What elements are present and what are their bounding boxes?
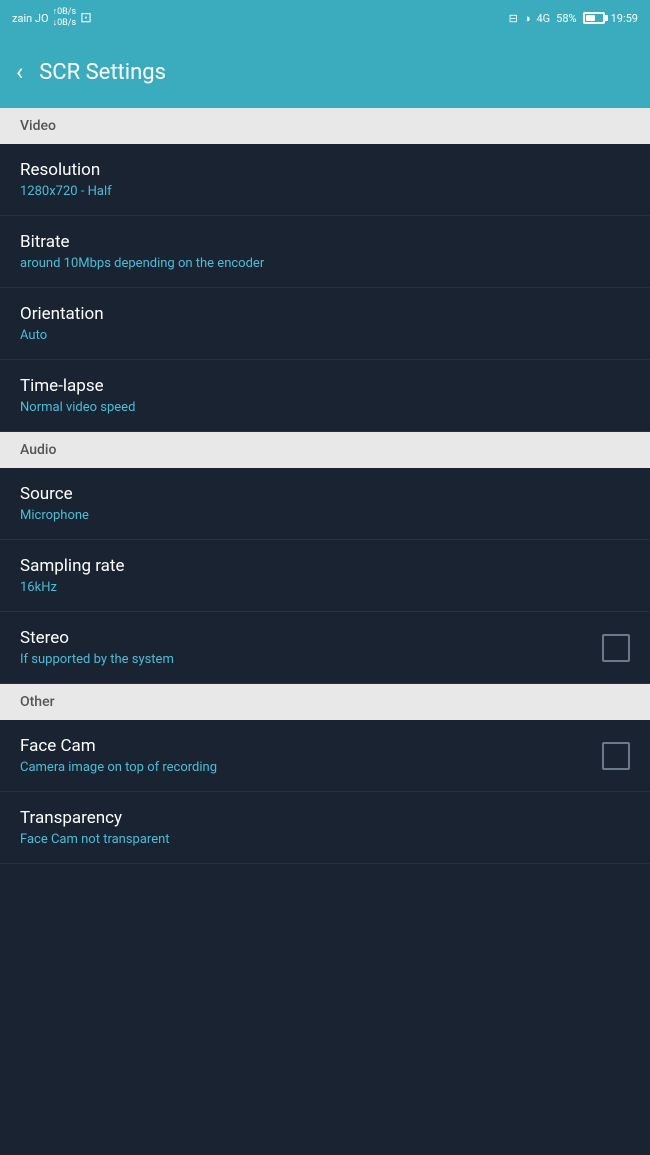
setting-stereo[interactable]: Stereo If supported by the system [0, 612, 650, 684]
setting-timelapse-subtitle: Normal video speed [20, 400, 630, 415]
setting-samplingrate[interactable]: Sampling rate 16kHz [0, 540, 650, 612]
carrier-label: zain JO [12, 12, 49, 25]
setting-transparency-subtitle: Face Cam not transparent [20, 832, 630, 847]
setting-transparency-title: Transparency [20, 808, 630, 828]
network-speed: ↑0B/s ↓0B/s [53, 7, 77, 29]
setting-facecam-text: Face Cam Camera image on top of recordin… [20, 736, 602, 775]
section-video-header: Video [0, 108, 650, 144]
battery-percent: 58% [556, 12, 576, 25]
setting-resolution-text: Resolution 1280x720 - Half [20, 160, 630, 199]
setting-source[interactable]: Source Microphone [0, 468, 650, 540]
setting-stereo-text: Stereo If supported by the system [20, 628, 602, 667]
setting-timelapse[interactable]: Time-lapse Normal video speed [0, 360, 650, 432]
setting-orientation[interactable]: Orientation Auto [0, 288, 650, 360]
time-label: 19:59 [611, 12, 638, 25]
section-other-header: Other [0, 684, 650, 720]
screen-record-icon: ⊡ [80, 10, 92, 26]
facecam-checkbox[interactable] [602, 742, 630, 770]
setting-samplingrate-text: Sampling rate 16kHz [20, 556, 630, 595]
setting-resolution[interactable]: Resolution 1280x720 - Half [0, 144, 650, 216]
setting-orientation-text: Orientation Auto [20, 304, 630, 343]
setting-transparency[interactable]: Transparency Face Cam not transparent [0, 792, 650, 864]
setting-resolution-subtitle: 1280x720 - Half [20, 184, 630, 199]
setting-samplingrate-subtitle: 16kHz [20, 580, 630, 595]
setting-facecam-subtitle: Camera image on top of recording [20, 760, 602, 775]
setting-stereo-subtitle: If supported by the system [20, 652, 602, 667]
network-type: 4G [536, 12, 550, 25]
back-button[interactable]: ‹ [16, 58, 23, 86]
brightness-icon: ◑ [524, 12, 531, 25]
battery-icon [583, 12, 605, 24]
setting-timelapse-text: Time-lapse Normal video speed [20, 376, 630, 415]
stereo-checkbox[interactable] [602, 634, 630, 662]
setting-resolution-title: Resolution [20, 160, 630, 180]
setting-orientation-title: Orientation [20, 304, 630, 324]
cast-icon: ⊟ [509, 12, 518, 25]
setting-stereo-title: Stereo [20, 628, 602, 648]
setting-bitrate-subtitle: around 10Mbps depending on the encoder [20, 256, 630, 271]
app-bar: ‹ SCR Settings [0, 36, 650, 108]
setting-source-text: Source Microphone [20, 484, 630, 523]
setting-source-title: Source [20, 484, 630, 504]
status-left: zain JO ↑0B/s ↓0B/s ⊡ [12, 7, 92, 29]
setting-samplingrate-title: Sampling rate [20, 556, 630, 576]
section-audio-header: Audio [0, 432, 650, 468]
status-right: ⊟ ◑ 4G 58% 19:59 [509, 12, 638, 25]
page-title: SCR Settings [39, 60, 166, 85]
status-bar: zain JO ↑0B/s ↓0B/s ⊡ ⊟ ◑ 4G 58% 19:59 [0, 0, 650, 36]
setting-bitrate-text: Bitrate around 10Mbps depending on the e… [20, 232, 630, 271]
setting-orientation-subtitle: Auto [20, 328, 630, 343]
setting-bitrate-title: Bitrate [20, 232, 630, 252]
setting-bitrate[interactable]: Bitrate around 10Mbps depending on the e… [0, 216, 650, 288]
setting-source-subtitle: Microphone [20, 508, 630, 523]
setting-timelapse-title: Time-lapse [20, 376, 630, 396]
setting-facecam-title: Face Cam [20, 736, 602, 756]
setting-facecam[interactable]: Face Cam Camera image on top of recordin… [0, 720, 650, 792]
setting-transparency-text: Transparency Face Cam not transparent [20, 808, 630, 847]
